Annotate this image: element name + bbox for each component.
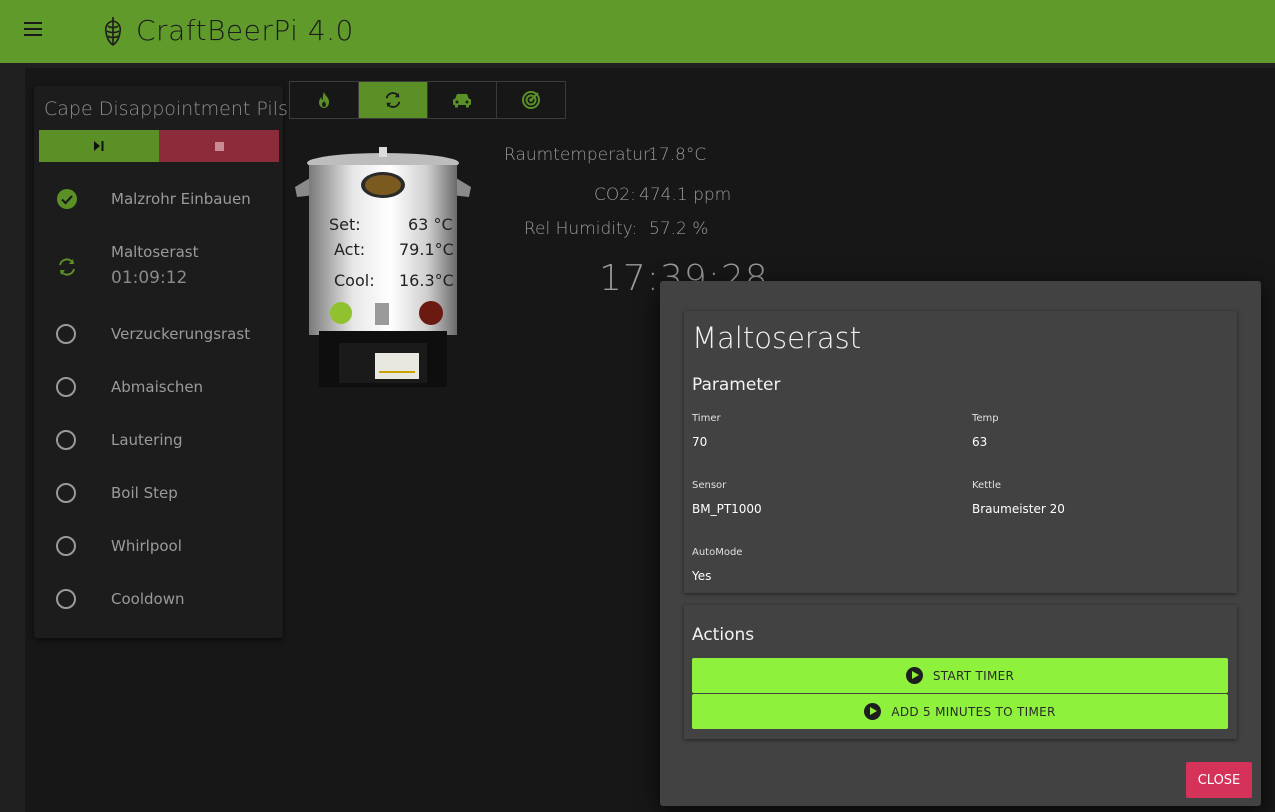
check-circle-icon bbox=[57, 189, 77, 209]
sync-icon bbox=[385, 92, 401, 108]
stop-recipe-button[interactable] bbox=[159, 130, 279, 162]
step-label: Lautering bbox=[111, 431, 183, 449]
step-detail-dialog: Maltoserast Parameter Timer 70 Temp 63 S… bbox=[660, 281, 1261, 806]
circle-outline-icon bbox=[56, 430, 76, 450]
dashboard-toolbar bbox=[289, 81, 566, 119]
step-label: Abmaischen bbox=[111, 378, 204, 396]
circle-outline-icon bbox=[56, 589, 76, 609]
circle-outline-icon bbox=[56, 483, 76, 503]
humidity-value: 57.2 % bbox=[649, 219, 709, 239]
co2-value: 474.1 ppm bbox=[639, 185, 732, 205]
step-label: Cooldown bbox=[111, 590, 185, 608]
room-temp-label: Raumtemperatur: bbox=[504, 145, 656, 165]
timer-field-label: Timer bbox=[692, 413, 721, 424]
sensor-field-label: Sensor bbox=[692, 480, 727, 491]
menu-icon[interactable] bbox=[24, 22, 48, 40]
timer-field-value: 70 bbox=[692, 435, 708, 449]
skip-next-icon bbox=[94, 141, 104, 151]
room-temp-value: 17.8°C bbox=[648, 145, 707, 165]
step-label: Maltoserast bbox=[111, 243, 199, 261]
sync-icon bbox=[59, 258, 75, 276]
tab-car[interactable] bbox=[428, 82, 497, 118]
tab-fire[interactable] bbox=[290, 82, 359, 118]
app-title: CraftBeerPi 4.0 bbox=[136, 14, 354, 47]
play-circle-icon bbox=[905, 667, 923, 684]
parameter-title: Parameter bbox=[692, 375, 781, 395]
dialog-title: Maltoserast bbox=[692, 321, 862, 355]
kettle-act-label: Act: bbox=[334, 240, 366, 259]
temp-field-value: 63 bbox=[972, 435, 988, 449]
step-label: Whirlpool bbox=[111, 537, 182, 555]
circle-outline-icon bbox=[56, 536, 76, 556]
kettle-set-value: 63 °C bbox=[408, 215, 453, 234]
kettle-widget[interactable]: Set: 63 °C Act: 79.1°C Cool: 16.3°C bbox=[293, 145, 473, 390]
recipe-step-panel: Cape Disappointment Pils Malzrohr Einbau… bbox=[34, 86, 288, 638]
close-button[interactable]: CLOSE bbox=[1186, 762, 1252, 798]
temp-field-label: Temp bbox=[972, 413, 999, 424]
humidity-label: Rel Humidity: bbox=[524, 219, 638, 239]
hop-logo-icon bbox=[104, 17, 122, 46]
co2-label: CO2: bbox=[594, 185, 636, 205]
kettle-act-value: 79.1°C bbox=[399, 240, 454, 259]
circle-outline-icon bbox=[56, 324, 76, 344]
step-timer: 01:09:12 bbox=[111, 268, 188, 288]
kettle-image bbox=[295, 147, 471, 387]
start-timer-label: START TIMER bbox=[932, 668, 1015, 683]
tab-radar[interactable] bbox=[497, 82, 565, 118]
next-step-button[interactable] bbox=[39, 130, 159, 162]
kettle-cool-label: Cool: bbox=[334, 271, 375, 290]
recipe-name: Cape Disappointment Pils bbox=[44, 98, 288, 120]
kettle-field-value: Braumeister 20 bbox=[972, 502, 1065, 516]
radar-icon bbox=[522, 91, 540, 109]
step-label: Verzuckerungsrast bbox=[111, 325, 251, 343]
app-bar: CraftBeerPi 4.0 bbox=[0, 0, 1275, 63]
recipe-controls bbox=[39, 130, 279, 162]
step-label: Boil Step bbox=[111, 484, 178, 502]
sensor-field-value: BM_PT1000 bbox=[692, 502, 762, 516]
kettle-set-label: Set: bbox=[329, 215, 361, 234]
automode-field-label: AutoMode bbox=[692, 547, 743, 558]
automode-field-value: Yes bbox=[692, 569, 712, 583]
stop-icon bbox=[214, 141, 224, 151]
kettle-field-label: Kettle bbox=[972, 480, 1001, 491]
step-label: Malzrohr Einbauen bbox=[111, 190, 251, 208]
play-circle-icon bbox=[864, 703, 882, 720]
actions-title: Actions bbox=[692, 625, 755, 645]
fire-icon bbox=[319, 92, 329, 108]
add-5-minutes-button[interactable]: ADD 5 MINUTES TO TIMER bbox=[692, 694, 1228, 729]
tab-sync[interactable] bbox=[359, 82, 428, 118]
start-timer-button[interactable]: START TIMER bbox=[692, 658, 1228, 693]
circle-outline-icon bbox=[56, 377, 76, 397]
add-5-minutes-label: ADD 5 MINUTES TO TIMER bbox=[891, 704, 1056, 719]
kettle-cool-value: 16.3°C bbox=[399, 271, 454, 290]
car-icon bbox=[453, 94, 471, 108]
